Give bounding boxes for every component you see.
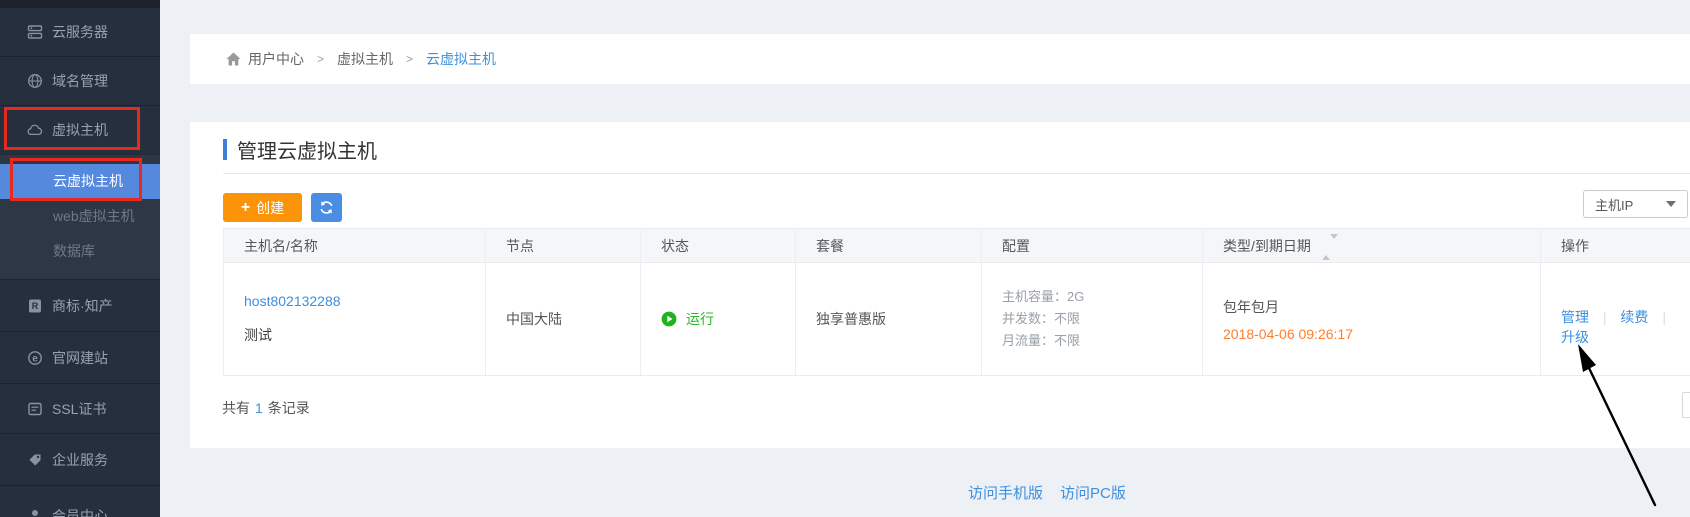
sidebar-submenu: 云虚拟主机 web虚拟主机 数据库 [0, 154, 160, 279]
host-id-link[interactable]: host802132288 [244, 293, 341, 309]
person-icon [26, 507, 43, 517]
col-label: 类型/到期日期 [1223, 238, 1311, 254]
refresh-icon [319, 200, 334, 215]
title-divider [223, 173, 1690, 174]
page-title-row: 管理云虚拟主机 [223, 135, 377, 164]
main-panel: 管理云虚拟主机 + 创建 主机IP 主机名/名称 节点 状态 套餐 配置 类型 [190, 122, 1690, 448]
sidebar: 云服务器 域名管理 虚拟主机 云虚拟主机 web虚拟主机 数据库 R 商标·知产… [0, 0, 160, 517]
summary-prefix: 共有 [222, 400, 250, 416]
col-config: 配置 [982, 229, 1203, 263]
col-label: 操作 [1561, 238, 1589, 254]
breadcrumb: 用户中心 > 虚拟主机 > 云虚拟主机 [190, 34, 1690, 84]
breadcrumb-separator: > [406, 52, 413, 66]
sidebar-item-label: 虚拟主机 [52, 120, 108, 140]
summary-suffix: 条记录 [268, 400, 310, 416]
cell-actions: 管理 | 续费 | 升级 [1541, 263, 1690, 376]
breadcrumb-cloud-vhost[interactable]: 云虚拟主机 [426, 49, 496, 69]
col-plan: 套餐 [796, 229, 982, 263]
svg-text:R: R [31, 301, 38, 311]
home-icon [226, 52, 241, 66]
sidebar-top-strip [0, 0, 160, 7]
col-type-expiry: 类型/到期日期 [1203, 229, 1541, 263]
breadcrumb-virtual-host[interactable]: 虚拟主机 [337, 49, 393, 69]
create-button-label: 创建 [256, 198, 284, 218]
svg-text:e: e [32, 353, 38, 364]
col-label: 主机名/名称 [244, 238, 318, 254]
cell-type-expiry: 包年包月 2018-04-06 09:26:17 [1203, 263, 1541, 376]
col-status: 状态 [641, 229, 796, 263]
server-icon [26, 24, 43, 41]
col-label: 节点 [506, 238, 534, 254]
record-count: 1 [255, 400, 263, 416]
record-summary: 共有 1 条记录 [222, 398, 310, 418]
tags-icon [26, 451, 43, 468]
mobile-version-link[interactable]: 访问手机版 [968, 482, 1043, 503]
action-separator: | [1603, 309, 1607, 325]
pc-version-link[interactable]: 访问PC版 [1060, 482, 1126, 503]
expire-date: 2018-04-06 09:26:17 [1223, 326, 1540, 342]
host-table: 主机名/名称 节点 状态 套餐 配置 类型/到期日期 操作 host802132… [223, 228, 1690, 376]
col-label: 状态 [661, 238, 689, 254]
upgrade-link[interactable]: 升级 [1561, 329, 1589, 345]
cell-status: 运行 [641, 263, 796, 376]
breadcrumb-separator: > [317, 52, 324, 66]
action-separator: | [1662, 309, 1666, 325]
sidebar-item-member-partial[interactable]: 会员中心 [0, 485, 160, 517]
sort-icon[interactable] [1322, 239, 1338, 255]
running-status-icon [661, 311, 677, 327]
host-name: 测试 [244, 325, 485, 345]
breadcrumb-user-center[interactable]: 用户中心 [248, 49, 304, 69]
sidebar-item-label: 云服务器 [52, 22, 108, 42]
page-title: 管理云虚拟主机 [237, 135, 377, 164]
sidebar-item-label: 企业服务 [52, 450, 108, 470]
cell-plan: 独享普惠版 [796, 263, 982, 376]
sidebar-item-website-builder[interactable]: e 官网建站 [0, 331, 160, 383]
certificate-icon [26, 400, 43, 417]
globe-icon [26, 73, 43, 90]
cloud-icon [26, 122, 43, 139]
table-header-row: 主机名/名称 节点 状态 套餐 配置 类型/到期日期 操作 [224, 229, 1690, 263]
sidebar-item-label: 商标·知产 [52, 296, 113, 316]
sidebar-item-enterprise[interactable]: 企业服务 [0, 433, 160, 485]
trademark-r-icon: R [26, 297, 43, 314]
col-label: 配置 [1002, 238, 1030, 254]
website-e-icon: e [26, 349, 43, 366]
plus-icon: + [241, 200, 250, 216]
col-node: 节点 [486, 229, 641, 263]
sidebar-item-web-vhost[interactable]: web虚拟主机 [0, 199, 160, 234]
manage-link[interactable]: 管理 [1561, 309, 1589, 325]
sidebar-item-cloud-server[interactable]: 云服务器 [0, 7, 160, 56]
config-traffic: 月流量：不限 [1002, 330, 1202, 352]
config-capacity: 主机容量：2G [1002, 286, 1202, 308]
pagination-button-partial[interactable] [1682, 392, 1690, 418]
footer: 访问手机版 访问PC版 [968, 482, 1143, 503]
config-concurrency: 并发数：不限 [1002, 308, 1202, 330]
refresh-button[interactable] [311, 193, 342, 222]
status-label: 运行 [686, 309, 714, 329]
col-hostname: 主机名/名称 [224, 229, 486, 263]
sidebar-item-virtual-host[interactable]: 虚拟主机 [0, 105, 160, 154]
cell-config: 主机容量：2G 并发数：不限 月流量：不限 [982, 263, 1203, 376]
sidebar-item-label: 域名管理 [52, 71, 108, 91]
billing-type: 包年包月 [1223, 297, 1540, 317]
cell-hostname: host802132288 测试 [224, 263, 486, 376]
cell-node: 中国大陆 [486, 263, 641, 376]
sidebar-item-cloud-vhost[interactable]: 云虚拟主机 [0, 164, 160, 199]
chevron-down-icon [1666, 201, 1676, 207]
sidebar-item-label: 会员中心 [52, 506, 108, 517]
create-button[interactable]: + 创建 [223, 193, 302, 222]
sidebar-item-label: 官网建站 [52, 348, 108, 368]
col-actions: 操作 [1541, 229, 1690, 263]
host-filter-value: 主机IP [1595, 195, 1666, 214]
sidebar-item-ssl[interactable]: SSL证书 [0, 383, 160, 433]
sidebar-item-trademark[interactable]: R 商标·知产 [0, 279, 160, 331]
sidebar-item-database[interactable]: 数据库 [0, 234, 160, 269]
sidebar-item-label: SSL证书 [52, 399, 106, 419]
table-row: host802132288 测试 中国大陆 运行 独享普惠版 主机容量：2G 并… [224, 263, 1690, 376]
host-filter-dropdown[interactable]: 主机IP [1583, 190, 1688, 218]
title-accent-bar [223, 139, 227, 160]
col-label: 套餐 [816, 238, 844, 254]
renew-link[interactable]: 续费 [1620, 309, 1648, 325]
sidebar-item-domain[interactable]: 域名管理 [0, 56, 160, 105]
